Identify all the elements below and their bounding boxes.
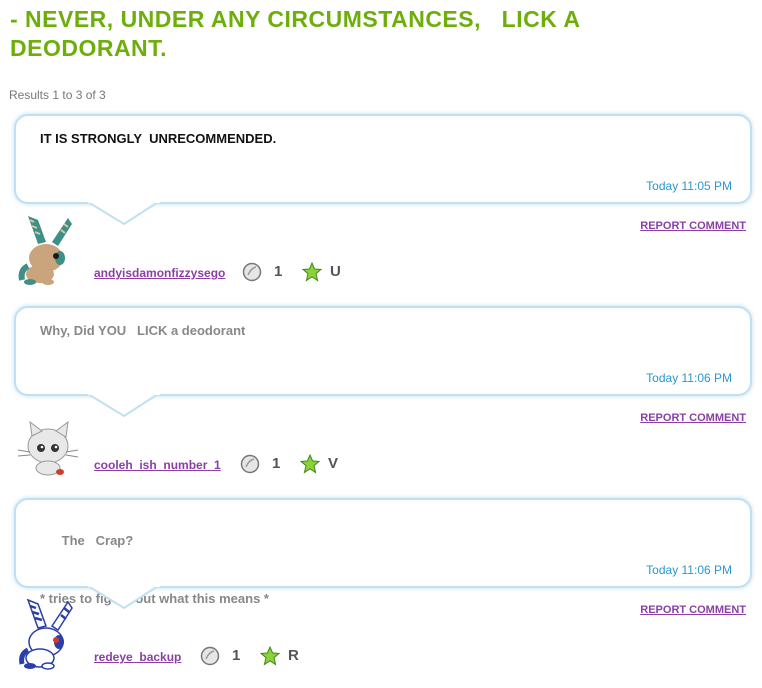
comment-bubble: The Crap? * tries to figure out what thi… [14, 498, 752, 606]
comment-timestamp: Today 11:06 PM [646, 563, 732, 577]
comment-item: Why, Did YOU LICK a deodorant Today 11:0… [0, 306, 762, 496]
coin-count: 1 [232, 647, 241, 664]
comment-text: The Crap? * tries to figure out what thi… [40, 514, 720, 644]
comment-bubble: Why, Did YOU LICK a deodorant Today 11:0… [14, 306, 752, 396]
page-title: - NEVER, UNDER ANY CIRCUMSTANCES, LICK A… [10, 6, 587, 61]
report-comment-link[interactable]: REPORT COMMENT [640, 604, 746, 616]
comment-timestamp: Today 11:06 PM [646, 371, 732, 385]
comment-timestamp: Today 11:05 PM [646, 179, 732, 193]
star-letter: U [330, 263, 341, 280]
comment-item: IT IS STRONGLY UNRECOMMENDED. Today 11:0… [0, 114, 762, 304]
green-star-icon [300, 454, 320, 474]
username-link[interactable]: cooleh_ish_number_1 [94, 458, 221, 472]
comment-text-line1: The Crap? [61, 533, 134, 548]
bubble-tail [88, 394, 160, 418]
username-link[interactable]: andyisdamonfizzysego [94, 266, 225, 280]
coin-icon [200, 646, 220, 666]
grey-kitten-avatar[interactable] [16, 406, 80, 478]
bubble-tail [88, 202, 160, 226]
comment-bubble: IT IS STRONGLY UNRECOMMENDED. Today 11:0… [14, 114, 752, 204]
results-count: Results 1 to 3 of 3 [9, 88, 106, 102]
green-star-icon [302, 262, 322, 282]
star-letter: V [328, 455, 339, 472]
coin-count: 1 [274, 263, 283, 280]
coin-icon [242, 262, 262, 282]
comment-text: Why, Did YOU LICK a deodorant [40, 323, 246, 338]
coin-count: 1 [272, 455, 281, 472]
comment-item: The Crap? * tries to figure out what thi… [0, 498, 762, 688]
coin-icon [240, 454, 260, 474]
comment-text: IT IS STRONGLY UNRECOMMENDED. [40, 131, 277, 146]
green-star-icon [260, 646, 280, 666]
blue-white-bunny-avatar[interactable] [16, 598, 80, 670]
bubble-tail [88, 586, 160, 610]
report-comment-link[interactable]: REPORT COMMENT [640, 412, 746, 424]
star-letter: R [288, 647, 299, 664]
username-link[interactable]: redeye_backup [94, 650, 181, 664]
report-comment-link[interactable]: REPORT COMMENT [640, 220, 746, 232]
brown-bunny-avatar[interactable] [16, 214, 80, 286]
